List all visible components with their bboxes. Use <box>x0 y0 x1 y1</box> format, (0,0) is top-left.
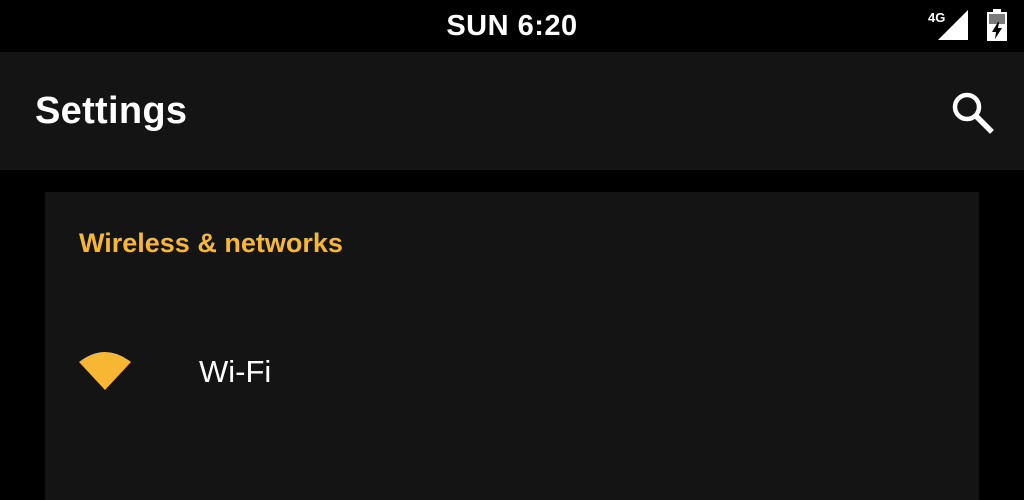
page-title: Settings <box>35 90 188 132</box>
network-type-label: 4G <box>928 10 945 25</box>
wifi-icon <box>79 352 131 390</box>
search-button[interactable] <box>948 88 996 136</box>
search-icon <box>952 92 994 134</box>
section-header-wireless: Wireless & networks <box>79 228 343 258</box>
status-time: SUN 6:20 <box>446 10 578 42</box>
signal-icon: 4G <box>928 10 968 40</box>
settings-item-wifi[interactable]: Wi-Fi <box>45 312 979 432</box>
app-bar: Settings <box>0 52 1024 170</box>
battery-icon <box>987 9 1007 41</box>
status-bar: SUN 6:20 4G <box>0 0 1024 52</box>
settings-item-label: Wi-Fi <box>199 354 272 389</box>
settings-card: Wireless & networks Wi-Fi <box>45 192 979 500</box>
